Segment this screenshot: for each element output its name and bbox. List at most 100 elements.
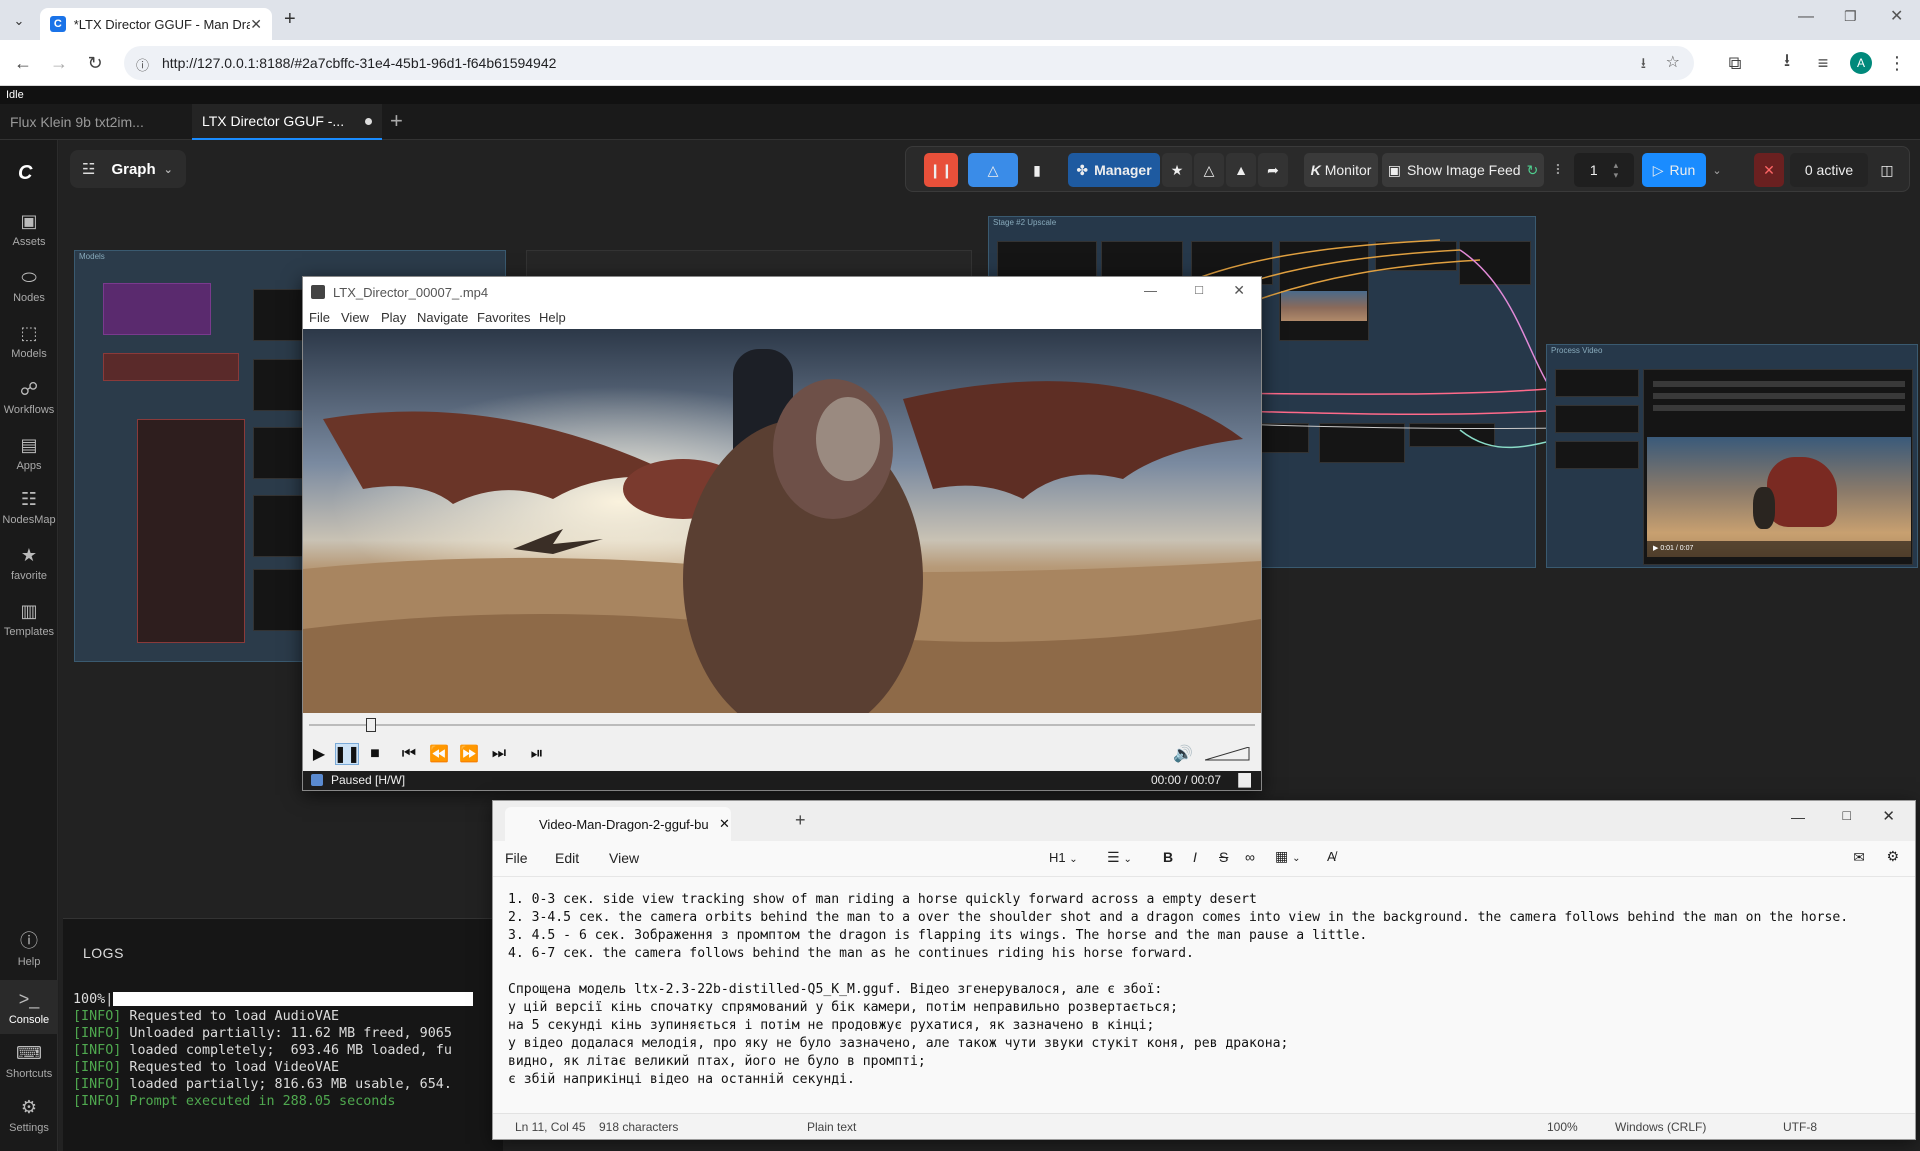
- volume-slider[interactable]: [1205, 747, 1251, 761]
- model-alt-icon[interactable]: ▲: [1226, 153, 1256, 187]
- menu-play[interactable]: Play: [381, 310, 406, 325]
- run-options-chevron-icon[interactable]: ⌄: [1706, 153, 1728, 187]
- workflow-tab-active[interactable]: LTX Director GGUF -...: [192, 104, 382, 140]
- table-icon[interactable]: ▦ ⌄: [1275, 848, 1301, 865]
- maximize-icon[interactable]: □: [1843, 807, 1851, 823]
- workflow-tab[interactable]: Flux Klein 9b txt2im...: [0, 104, 192, 140]
- sidebar-item-help[interactable]: ⓘ Help: [0, 930, 58, 968]
- close-tab-icon[interactable]: ✕: [719, 816, 730, 832]
- menu-view[interactable]: View: [341, 310, 369, 325]
- address-bar[interactable]: ⓘ http://127.0.0.1:8188/#2a7cbffc-31e4-4…: [124, 46, 1694, 80]
- menu-file[interactable]: File: [505, 850, 528, 866]
- tab-list-dropdown-icon[interactable]: ⌄: [8, 10, 30, 32]
- browser-menu-icon[interactable]: ⋮: [1886, 52, 1908, 74]
- extensions-icon[interactable]: ⧉: [1724, 52, 1746, 74]
- media-player-window[interactable]: LTX_Director_00007_.mp4 — □ ✕ File View …: [302, 276, 1262, 791]
- seek-thumb[interactable]: [365, 718, 376, 732]
- minimize-icon[interactable]: —: [1798, 8, 1814, 26]
- sidebar-item-apps[interactable]: ▤ Apps: [0, 434, 58, 472]
- drag-handle-icon[interactable]: ⠇: [1552, 153, 1568, 187]
- profile-avatar[interactable]: A: [1850, 52, 1872, 74]
- notepad-text-area[interactable]: 1. 0-3 сек. side view tracking show of m…: [508, 891, 1848, 1089]
- widget-row[interactable]: [1653, 381, 1905, 387]
- play-icon[interactable]: ▶: [307, 743, 331, 765]
- new-tab-button[interactable]: +: [284, 8, 296, 31]
- model-icon[interactable]: △: [1194, 153, 1224, 187]
- node[interactable]: [1555, 441, 1639, 469]
- line-ending[interactable]: Windows (CRLF): [1615, 1120, 1706, 1134]
- show-image-feed-button[interactable]: ▣ Show Image Feed ↻: [1382, 153, 1544, 187]
- widget-row[interactable]: [1653, 405, 1905, 411]
- sidebar-item-models[interactable]: ⬚ Models: [0, 322, 58, 360]
- site-info-icon[interactable]: ⓘ: [136, 55, 149, 74]
- minimize-icon[interactable]: —: [1791, 809, 1805, 825]
- run-button[interactable]: ▷ Run: [1642, 153, 1706, 187]
- sidebar-item-templates[interactable]: ▥ Templates: [0, 600, 58, 638]
- notepad-tab[interactable]: Video-Man-Dragon-2-gguf-bugs.t ✕: [505, 807, 731, 841]
- skip-forward-icon[interactable]: ⏭: [487, 743, 511, 765]
- sidebar-item-workflows[interactable]: ☍ Workflows: [0, 378, 58, 416]
- downloads-icon[interactable]: ⭳: [1776, 50, 1798, 74]
- list-icon[interactable]: ☰ ⌄: [1107, 849, 1132, 866]
- fast-forward-icon[interactable]: ⏩: [457, 743, 481, 765]
- new-tab-button[interactable]: +: [795, 810, 806, 831]
- panel-toggle-icon[interactable]: ◫: [1872, 153, 1902, 187]
- close-icon[interactable]: ✕: [1233, 282, 1245, 299]
- close-tab-icon[interactable]: ✕: [250, 16, 262, 33]
- menu-edit[interactable]: Edit: [555, 850, 579, 866]
- node[interactable]: [1555, 369, 1639, 397]
- link-icon[interactable]: ∞: [1245, 849, 1255, 865]
- seek-bar[interactable]: [303, 713, 1261, 737]
- video-frame[interactable]: [303, 329, 1261, 713]
- audio-button[interactable]: ❙❙: [924, 153, 958, 187]
- star-icon[interactable]: ★: [1162, 153, 1192, 187]
- stop-icon[interactable]: ■: [363, 743, 387, 765]
- file-format[interactable]: Plain text: [807, 1120, 856, 1134]
- close-icon[interactable]: ✕: [1882, 807, 1895, 825]
- strikethrough-icon[interactable]: S: [1219, 849, 1228, 865]
- logo-button[interactable]: △: [968, 153, 1018, 187]
- pause-icon[interactable]: ❚❚: [334, 743, 360, 765]
- settings-gear-icon[interactable]: ⚙: [1886, 848, 1899, 865]
- rewind-icon[interactable]: ⏪: [427, 743, 451, 765]
- install-app-icon[interactable]: ⭳: [1641, 53, 1646, 78]
- preview-controls[interactable]: ▶ 0:01 / 0:07: [1647, 541, 1911, 557]
- back-icon[interactable]: ←: [12, 52, 34, 74]
- sidebar-item-nodesmap[interactable]: ☷ NodesMap: [0, 488, 58, 526]
- minimize-icon[interactable]: —: [1144, 283, 1157, 298]
- heading-select[interactable]: H1 ⌄: [1049, 850, 1078, 865]
- menu-file[interactable]: File: [309, 310, 330, 325]
- sidebar-item-nodes[interactable]: ⬭ Nodes: [0, 266, 58, 304]
- menu-navigate[interactable]: Navigate: [417, 310, 468, 325]
- italic-icon[interactable]: I: [1193, 849, 1197, 865]
- bookmark-icon[interactable]: ▮: [1022, 153, 1052, 187]
- zoom-level[interactable]: 100%: [1547, 1120, 1578, 1134]
- frame-step-icon[interactable]: ⏯: [525, 743, 549, 765]
- add-workflow-button[interactable]: +: [390, 108, 403, 134]
- queue-count-input[interactable]: 1 ▴ ▾: [1574, 153, 1634, 187]
- menu-help[interactable]: Help: [539, 310, 566, 325]
- media-control-icon[interactable]: ≡: [1812, 52, 1834, 74]
- sidebar-item-favorite[interactable]: ★ favorite: [0, 544, 58, 582]
- graph-mode-button[interactable]: ☳ Graph ⌄: [70, 150, 186, 188]
- node[interactable]: [526, 250, 972, 278]
- cancel-button[interactable]: ✕: [1754, 153, 1784, 187]
- menu-view[interactable]: View: [609, 850, 639, 866]
- sidebar-item-shortcuts[interactable]: ⌨ Shortcuts: [0, 1042, 58, 1080]
- sidebar-item-assets[interactable]: ▣ Assets: [0, 210, 58, 248]
- bookmark-star-icon[interactable]: ☆: [1666, 52, 1680, 72]
- forward-icon[interactable]: →: [48, 52, 70, 74]
- active-queue-button[interactable]: 0 active: [1790, 153, 1868, 187]
- reload-icon[interactable]: ↻: [84, 52, 106, 74]
- clear-format-icon[interactable]: A̸: [1327, 849, 1336, 864]
- widget-row[interactable]: [1653, 393, 1905, 399]
- sidebar-item-console[interactable]: >_ Console: [0, 980, 58, 1034]
- comfy-logo-icon[interactable]: C: [18, 162, 32, 185]
- sidebar-item-settings[interactable]: ⚙ Settings: [0, 1096, 58, 1134]
- close-window-icon[interactable]: ✕: [1890, 6, 1903, 26]
- node[interactable]: [103, 283, 211, 335]
- menu-favorites[interactable]: Favorites: [477, 310, 530, 325]
- node[interactable]: [137, 419, 245, 643]
- encoding[interactable]: UTF-8: [1783, 1120, 1817, 1134]
- group-process-video[interactable]: Process Video ▶ 0:01 / 0:07: [1546, 344, 1918, 568]
